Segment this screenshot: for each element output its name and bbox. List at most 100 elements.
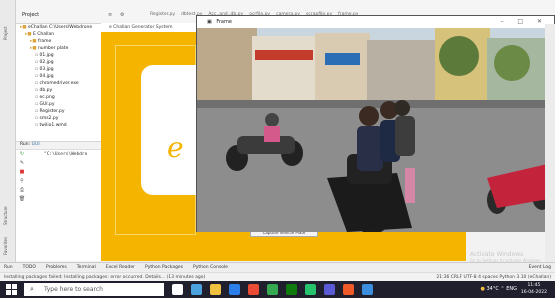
tree-file[interactable]: ▫ twilio1.wmd [20,122,106,129]
status-message[interactable]: Installing packages failed: Installing p… [4,275,205,280]
tree-label: frame [37,39,52,44]
settings-icon[interactable]: ⚙ [120,12,124,18]
search-icon: ⌕ [30,285,34,293]
delete-icon[interactable]: 🗑 [16,196,28,205]
right-tool-strip [545,24,555,262]
tool-tab[interactable]: TODO [23,263,36,272]
challan-logo-icon: ℯ [167,131,184,164]
clock[interactable]: 11:45 16-04-2022 [521,282,547,296]
tree-label: chromedriver.exe [39,81,79,86]
tree-file[interactable]: ▫ 04.jpg [20,73,106,80]
tree-file[interactable]: ▫ GUI.py [20,101,106,108]
tree-file[interactable]: ▫ db.py [20,87,106,94]
tree-file[interactable]: ▫ Register.py [20,108,106,115]
frame-app-icon: ▣ [207,19,212,25]
tree-label: ec.png [39,95,55,100]
tree-label: E Challan [32,32,55,37]
tree-label: eChallan C:\Users\Webdrone [27,25,93,30]
frame-title-text: Frame [216,19,232,25]
tree-label: 01.jpg [39,53,54,58]
language-indicator[interactable]: ENG [506,286,517,292]
tree-label: sms2.py [39,116,59,121]
run-panel: Run: GUI ↻ ✎ ■ ⚲ ⎙ 🗑 "C:\Users\Webdro [16,141,106,261]
project-dropdown[interactable]: Project [22,12,39,18]
tree-file[interactable]: ▫ 02.jpg [20,59,106,66]
taskbar-apps [172,284,373,295]
window-controls[interactable]: – □ ✕ [500,16,548,28]
tree-file[interactable]: ▫ ec.png [20,94,106,101]
teams-icon[interactable] [324,284,335,295]
pin-icon[interactable]: ⚲ [16,178,28,187]
tree-label: Register.py [39,109,65,114]
tool-tab[interactable]: Run [4,263,13,272]
file-explorer-icon[interactable] [210,284,221,295]
folder-icon: ▸■ [30,39,38,44]
collapse-icon[interactable]: ≡ [108,12,112,18]
widgets-icon[interactable] [191,284,202,295]
chrome-icon[interactable] [267,284,278,295]
taskbar-search[interactable]: ⌕ Type here to search [24,283,164,296]
clock-date: 16-04-2022 [520,290,547,295]
project-strip-label[interactable]: Project [3,26,8,40]
tree-file[interactable]: ▫ chromedriver.exe [20,80,106,87]
clock-time: 11:45 [527,283,541,288]
tree-file[interactable]: ▫ 01.jpg [20,52,106,59]
tree-folder[interactable]: ▸■ frame [20,38,106,45]
windows-start-icon[interactable] [6,284,17,295]
run-header: Run: GUI [16,142,106,150]
tree-folder[interactable]: ▸■ eChallan C:\Users\Webdrone [20,24,106,31]
python-icon[interactable] [362,284,373,295]
system-tray: ● 34°C ⌃ ENG [481,281,518,298]
mail-icon[interactable] [229,284,240,295]
left-tool-strip: Project Structure Favorites [0,0,16,262]
excel-icon[interactable] [286,284,297,295]
folder-icon: ▸■ [30,46,38,51]
weather-temp[interactable]: 34°C [486,286,498,292]
folder-icon: ▸■ [20,25,28,30]
taskbar: ⌕ Type here to search ● 34°C ⌃ ENG 11:45… [0,281,555,298]
tray-arrows-icon[interactable]: ⌃ [500,286,504,292]
event-log-tab[interactable]: Event Log [529,263,555,272]
tree-label: db.py [39,88,53,93]
camera-scene [197,28,554,232]
tree-label: 04.jpg [39,74,54,79]
tool-tab[interactable]: Excel Reader [106,263,135,272]
stop-icon[interactable]: ■ [16,169,28,178]
tree-label: number plate [37,46,69,51]
camera-feed [197,28,554,232]
tree-label: 02.jpg [39,60,54,65]
pycharm-icon[interactable] [305,284,316,295]
tree-file[interactable]: ▫ sms2.py [20,115,106,122]
weather-icon[interactable]: ● [481,286,485,292]
favorites-strip-label[interactable]: Favorites [3,237,8,255]
generator-window-bottom [196,232,466,261]
status-bar: Installing packages failed: Installing p… [0,272,555,281]
task-view-icon[interactable] [172,284,183,295]
tool-window-tabs: Run TODO Problems Terminal Excel Reader Pytho… [0,262,555,272]
activate-windows-watermark: Activate Windows [470,251,524,258]
vlc-icon[interactable] [343,284,354,295]
console-output: "C:\Users\Webdro [44,152,88,157]
print-icon[interactable]: ⎙ [16,187,28,196]
tool-tab[interactable]: Terminal [77,263,96,272]
search-placeholder: Type here to search [44,286,103,293]
tree-file[interactable]: ▫ 03.jpg [20,66,106,73]
structure-strip-label[interactable]: Structure [3,206,8,225]
tree-label: GUI.py [39,102,55,107]
frame-window: ▣ Frame – □ ✕ [196,15,555,232]
wrench-icon[interactable]: ✎ [16,160,28,169]
folder-icon: ▸■ [25,32,33,37]
tree-folder[interactable]: ▸■ number plate [20,45,106,52]
editor-tab[interactable]: Register.py [150,12,175,22]
tool-tab[interactable]: Problems [46,263,67,272]
generator-window: e Challan Generator System ℯ [101,23,196,261]
office-icon[interactable] [248,284,259,295]
run-target-tab[interactable]: GUI [32,142,40,147]
project-tree: ▸■ eChallan C:\Users\Webdrone ▸■ E Challa… [16,24,106,141]
tree-label: 03.jpg [39,67,54,72]
run-toolbar: ↻ ✎ ■ ⚲ ⎙ 🗑 [16,151,28,205]
tool-tab[interactable]: Python Console [193,263,228,272]
tree-folder[interactable]: ▸■ E Challan [20,31,106,38]
rerun-icon[interactable]: ↻ [16,151,28,160]
tool-tab[interactable]: Python Packages [145,263,183,272]
